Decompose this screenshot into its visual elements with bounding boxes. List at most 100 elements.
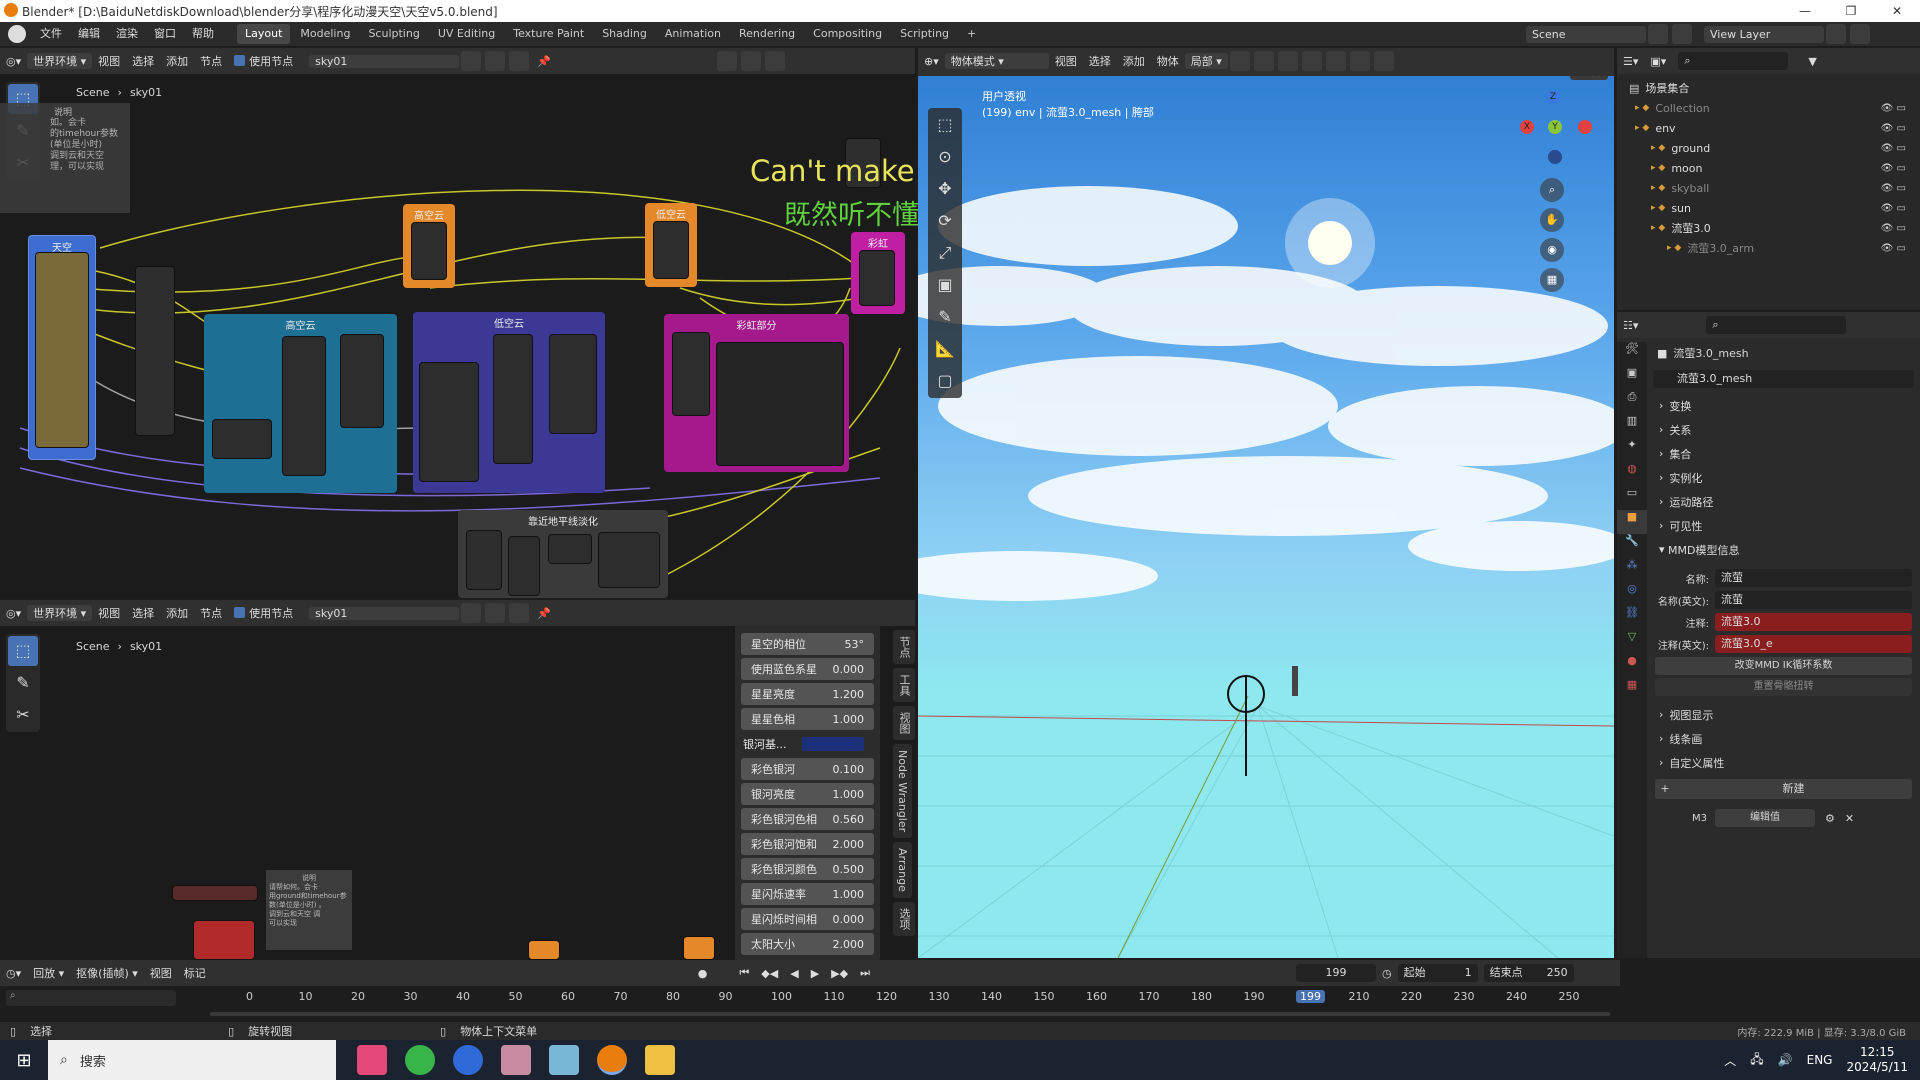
texture-tab-icon[interactable]: ▦ — [1617, 678, 1647, 702]
delete-view-layer-icon[interactable] — [1850, 24, 1870, 44]
tab-rendering[interactable]: Rendering — [731, 24, 803, 44]
tab-scripting[interactable]: Scripting — [892, 24, 957, 44]
outliner-item[interactable]: ▸ ◆ sun 👁 ▭ — [1617, 198, 1920, 218]
app-4-icon[interactable] — [501, 1045, 531, 1075]
annotate-tool[interactable]: ✎ — [8, 668, 38, 698]
mmd-section-header[interactable]: ▾ MMD模型信息 — [1651, 538, 1916, 562]
menu-render[interactable]: 渲染 — [108, 22, 146, 46]
high-cloud-top-node[interactable] — [411, 222, 447, 280]
menu-keying[interactable]: 抠像(插帧) ▾ — [70, 965, 144, 981]
tray-chevron-icon[interactable]: ︿ — [1724, 1052, 1736, 1069]
node-editor-bottom[interactable]: ◎▾ 世界环境 ▾ 视图 选择 添加 节点 使用节点 sky01 📌 Scene… — [0, 600, 915, 960]
gizmo-icon[interactable] — [1325, 51, 1346, 71]
node-editor-top[interactable]: ◎▾ 世界环境 ▾ 视图 选择 添加 节点 使用节点 sky01 📌 Scene… — [0, 48, 915, 598]
mmd-reset-button[interactable]: 重置骨骼扭转 — [1655, 678, 1912, 696]
pan-icon[interactable]: ✋ — [1540, 208, 1564, 232]
properties-search[interactable]: ⌕ — [1706, 316, 1847, 334]
editor-type-icon[interactable]: ☷▾ — [1617, 319, 1644, 332]
output-tab-icon[interactable]: ⎙ — [1617, 390, 1647, 414]
gizmo-z-axis[interactable]: Z — [1546, 90, 1560, 104]
ortho-grid-icon[interactable]: ▦ — [1540, 268, 1564, 292]
hc-node-1[interactable] — [212, 419, 272, 459]
menu-add[interactable]: 添加 — [1117, 53, 1151, 69]
visibility-icon[interactable]: 👁 ▭ — [1881, 203, 1906, 214]
properties-section[interactable]: › 线条画 — [1651, 727, 1916, 751]
world-datablock[interactable]: sky01 — [309, 606, 460, 620]
volume-icon[interactable]: 🔊 — [1778, 1053, 1793, 1067]
snap-icon[interactable] — [1253, 51, 1274, 71]
bottom-node-1[interactable] — [172, 885, 258, 901]
timeline-scrollbar[interactable] — [210, 1012, 1610, 1016]
properties-section[interactable]: › 关系 — [1651, 418, 1916, 442]
view-layer-selector[interactable]: View Layer — [1704, 25, 1824, 43]
bottom-node-3[interactable] — [528, 940, 560, 960]
options-button[interactable]: 选项 — [1570, 76, 1608, 80]
visibility-icon[interactable]: 👁 ▭ — [1881, 103, 1906, 114]
new-property-button[interactable]: + 新建 — [1655, 779, 1912, 799]
transform-tool[interactable]: ▣ — [930, 270, 960, 300]
select-box-tool[interactable]: ⬚ — [8, 636, 38, 666]
properties-section[interactable]: › 变换 — [1651, 394, 1916, 418]
mmd-comment-field[interactable]: 流萤3.0 — [1715, 613, 1912, 631]
edit-value-button[interactable]: 编辑值 — [1715, 809, 1815, 827]
outliner-item[interactable]: ▸ ◆ ground 👁 ▭ — [1617, 138, 1920, 158]
node-input-row[interactable]: 银河基... — [741, 733, 874, 755]
world-type-select[interactable]: 世界环境 ▾ — [27, 605, 93, 621]
outliner-search[interactable]: ⌕ — [1678, 52, 1789, 70]
unlink-icon[interactable] — [509, 603, 530, 623]
zoom-icon[interactable]: ⌕ — [1540, 178, 1564, 202]
app-5-icon[interactable] — [549, 1045, 579, 1075]
prev-keyframe-icon[interactable]: ◆◀ — [755, 967, 784, 980]
bottom-node-4[interactable] — [683, 936, 715, 960]
outliner-item[interactable]: ▸ ◆ env 👁 ▭ — [1617, 118, 1920, 138]
scene-selector[interactable]: Scene — [1526, 25, 1646, 43]
menu-select[interactable]: 选择 — [126, 605, 160, 621]
network-icon[interactable]: 🖧 — [1750, 1050, 1763, 1071]
viewport-canvas[interactable]: 用户透视 (199) env | 流萤3.0_mesh | 胯部 选项 X Y … — [918, 76, 1614, 958]
collection-tab-icon[interactable]: ▭ — [1617, 486, 1647, 510]
overlay-icon[interactable] — [1349, 51, 1370, 71]
hc-node-2[interactable] — [282, 336, 326, 476]
tab-layout[interactable]: Layout — [237, 24, 291, 44]
outliner-item[interactable]: ▸ ◆ Collection 👁 ▭ — [1617, 98, 1920, 118]
pivot-icon[interactable] — [1229, 51, 1250, 71]
render-tab-icon[interactable]: ▣ — [1617, 366, 1647, 390]
visibility-icon[interactable]: 👁 ▭ — [1881, 163, 1906, 174]
next-keyframe-icon[interactable]: ▶◆ — [825, 967, 854, 980]
current-frame-field[interactable]: 199 — [1295, 964, 1376, 982]
hz-node-1[interactable] — [466, 530, 502, 590]
use-nodes-checkbox[interactable]: 使用节点 — [228, 605, 299, 621]
object-name-field[interactable]: 流萤3.0_mesh — [1653, 370, 1914, 388]
play-icon[interactable]: ▶ — [805, 967, 825, 980]
shading-icon[interactable] — [1373, 51, 1394, 71]
frame-horizon[interactable]: 靠近地平线淡化 — [458, 510, 668, 598]
properties-section[interactable]: › 集合 — [1651, 442, 1916, 466]
properties-section[interactable]: › 自定义属性 — [1651, 751, 1916, 775]
add-cube-tool[interactable]: ▢ — [930, 366, 960, 396]
transform-orientation[interactable]: 局部 ▾ — [1184, 53, 1228, 69]
navigation-gizmo[interactable]: X Y Z — [1520, 90, 1592, 164]
fake-user-icon[interactable] — [461, 603, 482, 623]
frame-rainbow-part[interactable]: 彩虹部分 — [664, 314, 849, 472]
modifier-tab-icon[interactable]: 🔧 — [1617, 534, 1647, 558]
visibility-icon[interactable]: 👁 ▭ — [1881, 123, 1906, 134]
gizmo-y-axis[interactable]: Y — [1548, 120, 1562, 134]
rb-node-2[interactable] — [716, 342, 844, 466]
rb-node-1[interactable] — [672, 332, 710, 416]
end-frame-field[interactable]: 结束点 250 — [1483, 964, 1574, 982]
tab-sculpting[interactable]: Sculpting — [360, 24, 427, 44]
node-input-row[interactable]: 星空的相位 53° — [741, 633, 874, 655]
node-input-row[interactable]: 彩色银河颜色 0.500 — [741, 858, 874, 880]
remove-icon[interactable]: ✕ — [1845, 812, 1854, 825]
tab-animation[interactable]: Animation — [657, 24, 729, 44]
mmd-comment-en-field[interactable]: 流萤3.0_e — [1715, 635, 1912, 653]
menu-file[interactable]: 文件 — [32, 22, 70, 46]
play-reverse-icon[interactable]: ◀ — [784, 967, 804, 980]
new-scene-icon[interactable] — [1648, 24, 1668, 44]
node-input-row[interactable]: 星星亮度 1.200 — [741, 683, 874, 705]
color-swatch[interactable] — [802, 737, 864, 751]
language-indicator[interactable]: ENG — [1807, 1053, 1833, 1067]
outliner-item[interactable]: ▸ ◆ moon 👁 ▭ — [1617, 158, 1920, 178]
node-input-row[interactable]: 彩色银河色相 0.560 — [741, 808, 874, 830]
viewport-3d[interactable]: ⊕▾ 物体模式 ▾ 视图 选择 添加 物体 局部 ▾ 用户透视 (199) en… — [918, 48, 1614, 958]
